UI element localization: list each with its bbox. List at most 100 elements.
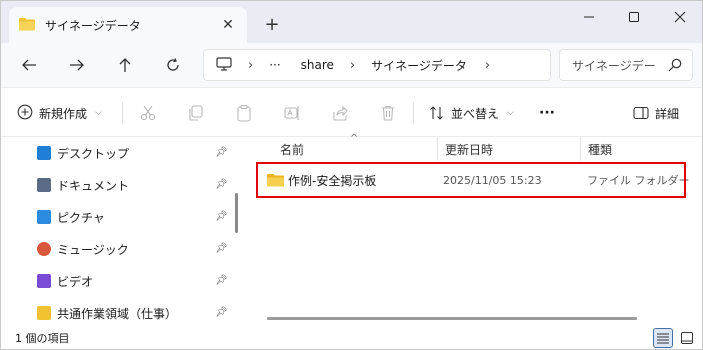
new-button-label: 新規作成	[39, 106, 88, 121]
breadcrumb-current[interactable]: サイネージデータ	[371, 57, 467, 74]
pin-icon[interactable]: 📌︎	[215, 275, 228, 286]
sidebar-item-label: ドキュメント	[57, 178, 130, 193]
rename-button[interactable]	[283, 100, 301, 126]
details-pane-button[interactable]: 詳細	[633, 100, 679, 126]
scrollbar-thumb[interactable]	[267, 317, 637, 320]
column-header-modified[interactable]: 更新日時	[445, 137, 493, 161]
sidebar-item-label: ピクチャ	[57, 210, 105, 225]
column-header-type[interactable]: 種類	[588, 137, 612, 161]
command-bar: 新規作成 ⌵ 並べ替え ⌵ ··· 詳細	[1, 87, 702, 137]
pin-icon[interactable]: 📌︎	[215, 179, 228, 190]
sort-ascending-icon: ^	[350, 133, 359, 144]
navigation-pane: デスクトップ 📌︎ ドキュメント 📌︎ ピクチャ 📌︎ ミュージック 📌︎ ビデ…	[1, 137, 239, 325]
tiles-view-icon	[681, 332, 693, 344]
file-list-pane: ^ 名前 更新日時 種類 作例-安全掲示板 2025/11/05 15:23 フ…	[249, 133, 702, 325]
delete-button[interactable]	[379, 100, 397, 126]
file-explorer-window: サイネージデータ ✕ + › ··· share › サイネージデータ › サイ…	[0, 0, 703, 350]
maximize-icon	[629, 12, 639, 22]
computer-icon[interactable]	[216, 56, 232, 74]
status-bar: 1 個の項目	[1, 325, 702, 349]
sidebar-scrollbar[interactable]	[235, 193, 238, 233]
sidebar-item-desktop[interactable]: デスクトップ 📌︎	[1, 137, 237, 169]
cut-button[interactable]	[139, 100, 157, 126]
navigation-bar: › ··· share › サイネージデータ › サイネージデー	[1, 43, 702, 87]
chevron-down-icon: ⌵	[95, 108, 102, 118]
title-bar: サイネージデータ ✕ +	[1, 1, 702, 43]
pin-icon[interactable]: 📌︎	[215, 307, 228, 318]
search-box[interactable]: サイネージデー	[559, 49, 693, 81]
more-options-button[interactable]: ···	[539, 100, 555, 126]
sidebar-item-music[interactable]: ミュージック 📌︎	[1, 233, 237, 265]
horizontal-scrollbar[interactable]	[257, 317, 693, 323]
sidebar-item-pictures[interactable]: ピクチャ 📌︎	[1, 201, 237, 233]
item-count: 1 個の項目	[15, 332, 70, 345]
new-button[interactable]: 新規作成 ⌵	[17, 100, 102, 126]
minimize-icon	[584, 16, 594, 18]
column-divider[interactable]	[580, 137, 581, 161]
pin-icon[interactable]: 📌︎	[215, 243, 228, 254]
chevron-right-icon[interactable]: ›	[350, 58, 355, 73]
sidebar-item-label: 共通作業領域（仕事）	[57, 306, 178, 321]
column-header-name[interactable]: 名前	[280, 137, 304, 161]
tab-current-folder[interactable]: サイネージデータ ✕	[9, 7, 247, 43]
file-row[interactable]: 作例-安全掲示板 2025/11/05 15:23 ファイル フォルダー	[257, 163, 690, 197]
sort-button[interactable]: 並べ替え ⌵	[429, 100, 514, 126]
music-icon	[37, 242, 51, 256]
tab-close-icon[interactable]: ✕	[219, 16, 237, 34]
details-label: 詳細	[655, 106, 680, 121]
divider	[413, 102, 414, 124]
chevron-right-icon[interactable]: ›	[485, 58, 490, 73]
sidebar-item-documents[interactable]: ドキュメント 📌︎	[1, 169, 237, 201]
chevron-down-icon: ⌵	[507, 108, 514, 118]
maximize-button[interactable]	[611, 1, 657, 33]
pin-icon[interactable]: 📌︎	[215, 147, 228, 158]
folder-icon	[267, 173, 284, 190]
copy-icon	[189, 105, 203, 121]
column-divider[interactable]	[437, 137, 438, 161]
minimize-button[interactable]	[566, 1, 612, 33]
up-button[interactable]	[111, 51, 139, 79]
paste-button[interactable]	[235, 100, 253, 126]
tab-label: サイネージデータ	[45, 18, 141, 33]
arrow-right-icon	[70, 59, 84, 71]
tiles-view-button[interactable]	[677, 328, 697, 348]
sidebar-item-label: デスクトップ	[57, 146, 130, 161]
document-icon	[37, 178, 51, 192]
rename-icon	[284, 106, 299, 120]
arrow-up-icon	[119, 58, 131, 72]
sort-icon	[430, 106, 443, 120]
arrow-left-icon	[22, 59, 36, 71]
address-bar[interactable]: › ··· share › サイネージデータ ›	[203, 49, 551, 81]
search-icon[interactable]	[668, 58, 682, 75]
add-circle-icon	[17, 104, 33, 123]
breadcrumb-share[interactable]: share	[301, 58, 334, 72]
sidebar-item-videos[interactable]: ビデオ 📌︎	[1, 265, 237, 297]
trash-icon	[382, 105, 394, 121]
folder-icon	[37, 306, 51, 320]
close-window-button[interactable]	[657, 1, 702, 33]
clipboard-icon	[237, 104, 251, 122]
file-type: ファイル フォルダー	[587, 174, 690, 187]
sidebar-item-label: ビデオ	[57, 274, 94, 289]
refresh-button[interactable]	[159, 51, 187, 79]
new-tab-button[interactable]: +	[261, 13, 283, 35]
details-view-button[interactable]	[653, 328, 673, 348]
back-button[interactable]	[15, 51, 43, 79]
share-icon	[333, 105, 348, 121]
sidebar-item-label: ミュージック	[57, 242, 129, 257]
picture-icon	[37, 210, 51, 224]
folder-icon	[19, 17, 35, 34]
scissors-icon	[140, 105, 156, 121]
chevron-right-icon[interactable]: ›	[248, 58, 253, 73]
desktop-icon	[37, 146, 51, 160]
search-input[interactable]: サイネージデー	[572, 57, 656, 74]
sort-button-label: 並べ替え	[451, 106, 500, 121]
forward-button[interactable]	[63, 51, 91, 79]
copy-button[interactable]	[187, 100, 205, 126]
share-button[interactable]	[331, 100, 349, 126]
pin-icon[interactable]: 📌︎	[215, 211, 228, 222]
list-view-icon	[657, 333, 669, 344]
breadcrumb-ellipsis[interactable]: ···	[269, 58, 280, 72]
file-name: 作例-安全掲示板	[288, 173, 377, 188]
divider	[122, 102, 123, 124]
